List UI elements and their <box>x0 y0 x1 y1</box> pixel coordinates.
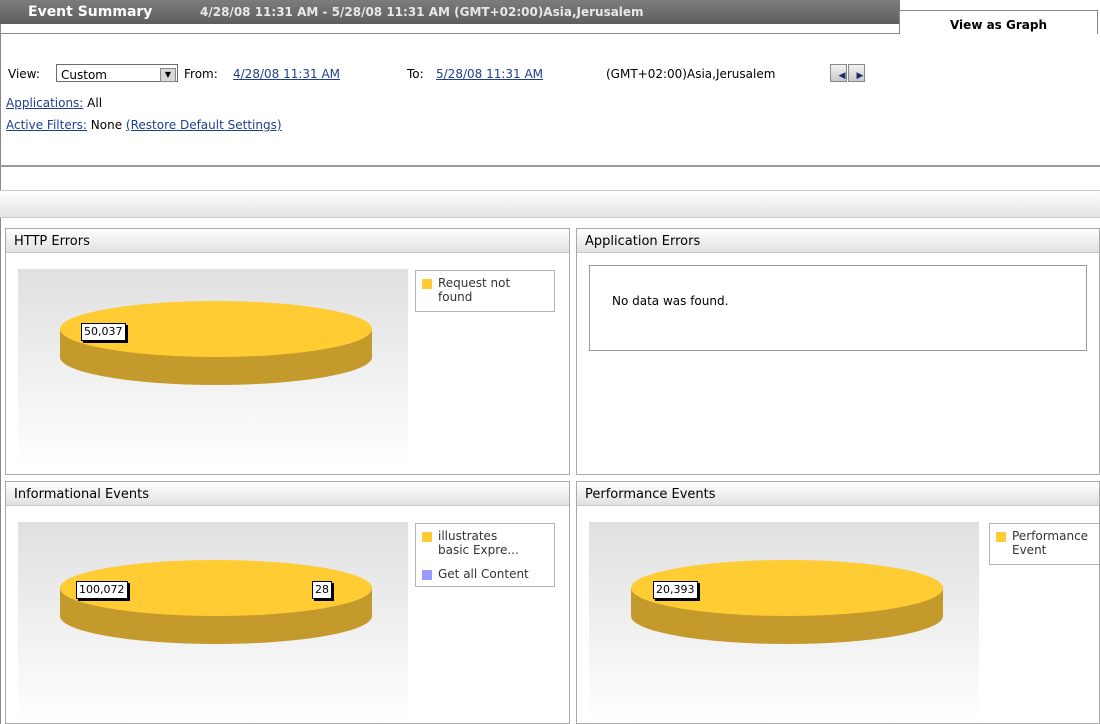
separator <box>0 165 1100 167</box>
data-label: 50,037 <box>81 323 126 341</box>
legend-label: Get all Content <box>438 567 529 581</box>
performance-events-panel: Performance Events 20,393 Performance Eve… <box>576 481 1100 724</box>
timezone-label: (GMT+02:00)Asia,Jerusalem <box>606 67 776 81</box>
from-label: From: <box>184 67 218 81</box>
panel-title: Performance Events <box>577 482 1099 506</box>
chevron-down-icon[interactable]: ▼ <box>160 68 176 82</box>
chart-area: 20,393 <box>589 522 979 723</box>
applications-link[interactable]: Applications: <box>6 96 83 110</box>
view-select[interactable]: Custom ▼ <box>56 64 178 82</box>
restore-default-settings-link[interactable]: (Restore Default Settings) <box>126 118 282 132</box>
panel-title: Application Errors <box>577 229 1099 253</box>
informational-events-panel: Informational Events 100,072 28 illustra… <box>5 481 570 724</box>
http-errors-panel: HTTP Errors 50,037 Request not found <box>5 228 570 475</box>
divider <box>0 33 899 34</box>
performance-events-pie-chart <box>631 560 943 644</box>
legend: Request not found <box>415 270 555 312</box>
legend-swatch <box>422 570 432 580</box>
no-data-message: No data was found. <box>589 265 1087 351</box>
view-label: View: <box>8 67 40 81</box>
legend: Performance Event <box>989 523 1099 565</box>
to-date-link[interactable]: 5/28/08 11:31 AM <box>436 67 543 81</box>
next-period-button[interactable]: ▶ <box>848 64 865 82</box>
application-errors-panel: Application Errors No data was found. <box>576 228 1100 475</box>
chart-area: 50,037 <box>18 269 408 469</box>
informational-events-pie-chart <box>60 560 372 644</box>
active-filters-link[interactable]: Active Filters: <box>6 118 87 132</box>
applications-value: All <box>87 96 103 110</box>
legend-label: illustrates basic Expre... <box>438 529 519 557</box>
legend-swatch <box>996 532 1006 542</box>
time-filter-row: View: Custom ▼ From: 4/28/08 11:31 AM To… <box>8 64 1098 86</box>
arrow-right-icon: ▶ <box>856 71 864 81</box>
previous-period-button[interactable]: ◀ <box>830 64 847 82</box>
page-title: Event Summary <box>28 4 153 20</box>
legend-swatch <box>422 532 432 542</box>
http-errors-pie-chart <box>60 301 372 385</box>
header: Event Summary 4/28/08 11:31 AM - 5/28/08… <box>0 0 1100 34</box>
applications-row: Applications: All <box>6 96 103 110</box>
data-label: 20,393 <box>653 581 698 599</box>
panel-title: Informational Events <box>6 482 569 506</box>
legend-swatch <box>422 279 432 289</box>
from-date-link[interactable]: 4/28/08 11:31 AM <box>233 67 340 81</box>
chart-area: 100,072 28 <box>18 522 408 723</box>
panel-title: HTTP Errors <box>6 229 569 253</box>
legend-label: Request not found <box>438 276 511 304</box>
legend: illustrates basic Expre... Get all Conten… <box>415 523 555 587</box>
active-filters-value: None <box>90 118 123 132</box>
view-select-value: Custom <box>61 68 107 82</box>
data-label: 28 <box>312 581 332 599</box>
data-label: 100,072 <box>76 581 128 599</box>
tab-view-as-graph[interactable]: View as Graph <box>899 10 1098 34</box>
to-label: To: <box>407 67 424 81</box>
arrow-left-icon: ◀ <box>838 71 846 81</box>
title-bar: Event Summary 4/28/08 11:31 AM - 5/28/08… <box>0 0 900 24</box>
date-range-title: 4/28/08 11:31 AM - 5/28/08 11:31 AM (GMT… <box>200 5 644 19</box>
left-border <box>0 24 1 724</box>
toolbar-band <box>0 190 1100 218</box>
active-filters-row: Active Filters: None (Restore Default Se… <box>6 118 282 132</box>
legend-label: Performance Event <box>1012 529 1089 557</box>
